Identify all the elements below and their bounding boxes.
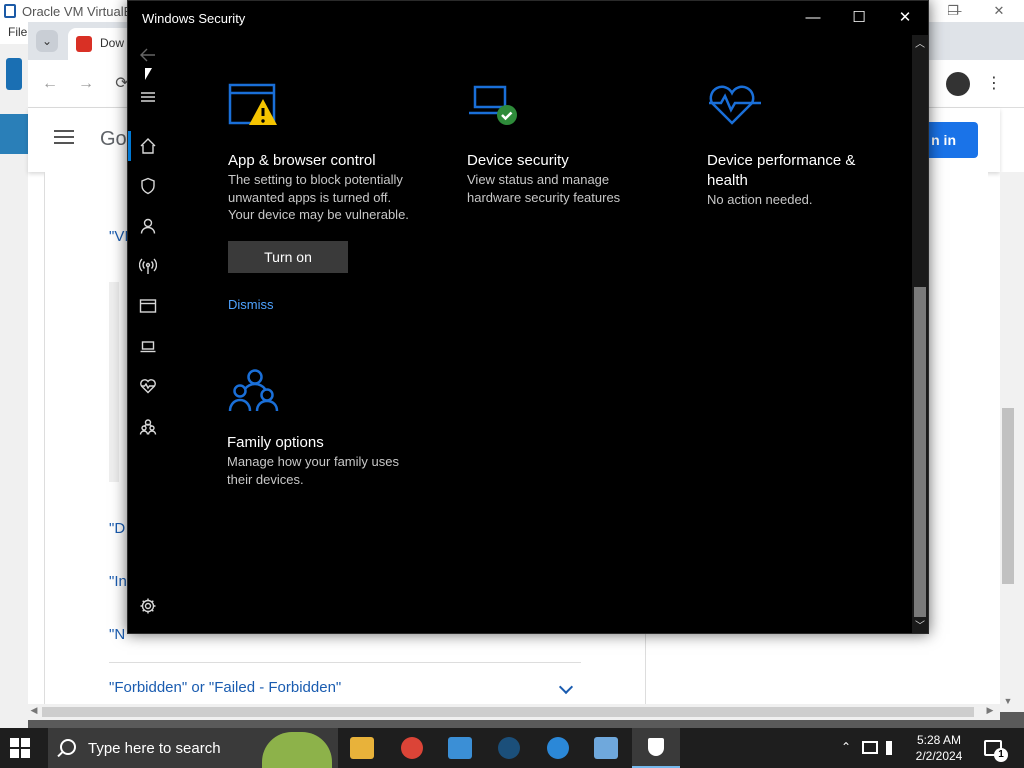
card-device-security[interactable]: Device security View status and manage h… [467,81,677,221]
windows-security-icon[interactable] [632,728,680,768]
chrome-icon[interactable] [388,728,436,768]
network-icon[interactable] [862,741,878,754]
security-scrollbar[interactable]: ︿ ﹀ [912,35,928,633]
desktop-thumbnail-icon [0,114,28,154]
page-scrollbar-thumb[interactable] [1002,408,1014,584]
account-icon[interactable] [136,214,160,238]
card-title: App & browser control [228,152,376,169]
mouse-pointer-icon [145,68,152,80]
clock-date: 2/2/2024 [915,749,963,763]
chevron-down-icon[interactable] [558,679,574,695]
clock[interactable]: 5:28 AM 2/2/2024 [906,732,972,764]
tab-search-dropdown[interactable]: ⌄ [36,30,58,52]
file-explorer-icon[interactable] [338,728,386,768]
back-button[interactable]: ← [38,72,62,96]
windows-security-titlebar[interactable]: Windows Security — ☐ ✕ [128,1,928,35]
back-arrow-icon[interactable] [136,43,160,67]
close-button[interactable]: ✕ [882,1,928,35]
divider [109,662,581,663]
notification-count-badge: 1 [994,748,1008,762]
turn-on-button[interactable]: Turn on [228,241,348,273]
steam-icon[interactable] [485,728,533,768]
app-browser-warning-icon [228,83,277,125]
card-description: View status and manage hardware security… [467,172,621,205]
faq-item[interactable]: "VI [109,228,129,245]
dismiss-link[interactable]: Dismiss [228,297,274,312]
faq-item[interactable]: "In [109,573,127,590]
vm-horizontal-scrollbar[interactable]: ◀ ▶ [28,704,1000,720]
shield-icon[interactable] [136,174,160,198]
heart-pulse-icon [709,85,761,125]
app-icon[interactable] [436,728,484,768]
menu-file[interactable]: File [8,25,27,39]
virtualbox-logo-icon [4,4,16,18]
scroll-down-arrow-icon[interactable]: ▼ [1002,696,1014,708]
taskbar-search-box[interactable]: Type here to search [48,728,338,768]
card-description: No action needed. [707,192,813,207]
security-nav-rail [128,35,168,633]
virtualbox-restore-button[interactable]: ❐ [938,2,968,20]
card-description: The setting to block potentially unwante… [228,172,409,222]
device-health-icon[interactable] [136,374,160,398]
main-menu-icon[interactable] [54,130,74,144]
family-group-icon [228,369,279,412]
search-placeholder: Type here to search [88,740,221,757]
clock-time: 5:28 AM [916,733,962,747]
card-device-performance-health[interactable]: Device performance & health No action ne… [707,81,917,221]
tab-favicon-icon [76,36,92,52]
page-scrollbar[interactable]: ▼ [1000,172,1024,712]
device-security-icon[interactable] [136,334,160,358]
minimize-button[interactable]: — [790,1,836,35]
horizontal-scrollbar-thumb[interactable] [42,707,974,717]
laptop-check-icon [469,85,517,125]
card-family-options[interactable]: Family options Manage how your family us… [227,367,437,497]
faq-item-forbidden[interactable]: "Forbidden" or "Failed - Forbidden" [109,679,341,696]
tab-title: Dow [100,36,125,50]
scroll-up-arrow-icon[interactable]: ︿ [912,35,928,50]
family-icon[interactable] [136,415,160,439]
code-block [109,282,119,482]
search-highlight-image [262,732,332,768]
home-icon[interactable] [136,134,160,158]
card-description: Manage how your family uses their device… [227,454,399,487]
hamburger-menu-icon[interactable] [136,85,160,109]
card-title: Family options [227,434,324,451]
windows-start-icon[interactable] [10,738,30,758]
app-browser-icon[interactable] [136,294,160,318]
faq-item[interactable]: "N [109,626,125,643]
firewall-network-icon[interactable] [136,254,160,278]
feedback-hub-icon[interactable] [534,728,582,768]
scroll-left-arrow-icon[interactable]: ◀ [28,705,40,719]
virtualbox-close-button[interactable]: ✕ [984,2,1014,20]
scroll-down-arrow-icon[interactable]: ﹀ [912,617,928,632]
taskbar: Type here to search ⌃ 5:28 AM 2/2/2024 1 [0,728,1024,768]
faq-item[interactable]: "D [109,520,125,537]
scroll-right-arrow-icon[interactable]: ▶ [984,705,996,719]
windows-security-window: Windows Security — ☐ ✕ App & browser con… [127,0,929,634]
search-icon [60,739,76,755]
settings-gear-icon[interactable] [136,594,160,618]
card-title: Device performance & health [707,152,856,189]
volume-muted-icon[interactable] [886,741,900,755]
window-title: Windows Security [142,11,246,26]
forward-button[interactable]: → [74,72,98,96]
profile-avatar-icon[interactable] [946,72,970,96]
maximize-button[interactable]: ☐ [836,1,882,35]
security-scrollbar-thumb[interactable] [914,287,926,617]
virtualbox-side-strip [0,44,28,728]
nav-selection-indicator [128,131,131,161]
virtualbox-icon[interactable] [582,728,630,768]
browser-menu-button[interactable]: ⋮ [986,72,1002,96]
pin-icon [6,58,22,90]
card-title: Device security [467,152,569,169]
tray-overflow-chevron-icon[interactable]: ⌃ [838,740,854,768]
security-dashboard: App & browser control The setting to blo… [168,35,912,633]
